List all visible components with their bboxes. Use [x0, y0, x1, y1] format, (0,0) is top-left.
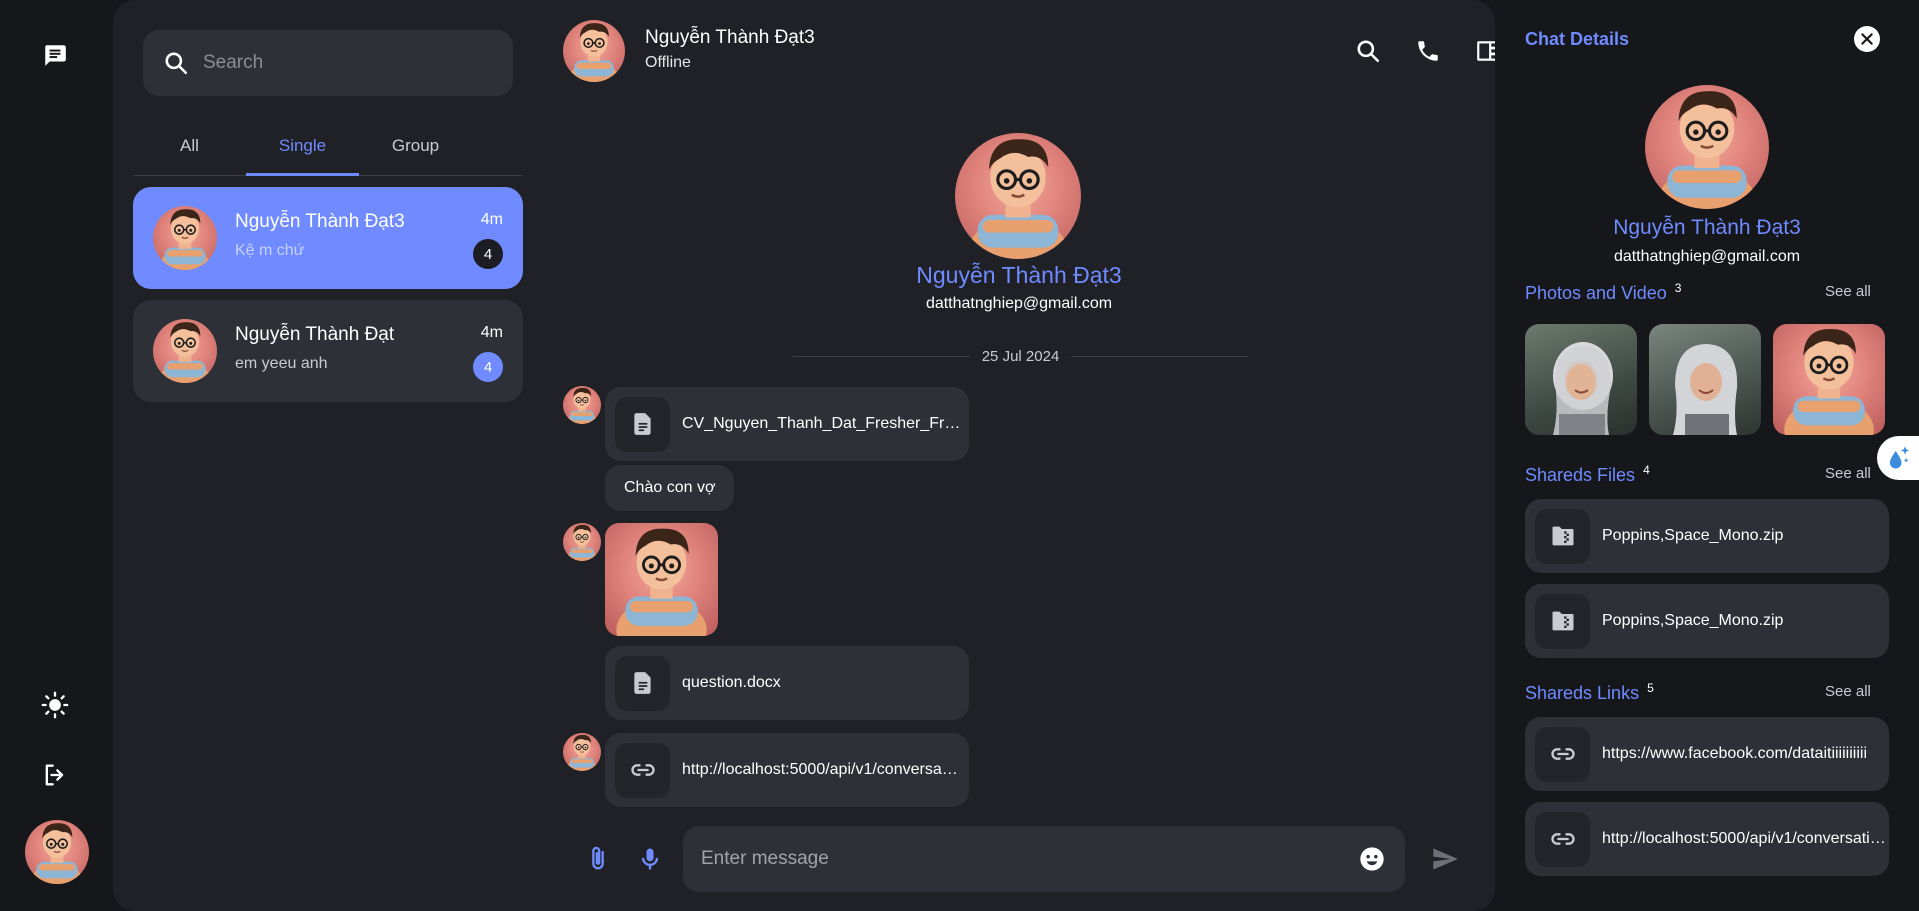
tab-single[interactable]: Single	[246, 130, 359, 176]
see-all-links-link[interactable]: See all	[1825, 683, 1871, 700]
document-icon	[615, 396, 670, 452]
zip-folder-icon	[1535, 593, 1590, 649]
unread-badge: 4	[473, 239, 503, 269]
shared-link-url: http://localhost:5000/api/v1/conversatio…	[1602, 830, 1887, 847]
message-avatar	[563, 733, 601, 771]
files-count: 4	[1643, 463, 1650, 477]
details-email: datthatnghiep@gmail.com	[1613, 248, 1801, 265]
link-icon	[1535, 811, 1590, 867]
chat-time: 4m	[480, 324, 503, 341]
close-icon[interactable]	[1854, 26, 1880, 52]
chat-preview: em yeeu anh	[235, 355, 328, 372]
search-box[interactable]	[143, 30, 513, 96]
shared-file-name: Poppins,Space_Mono.zip	[1602, 527, 1784, 544]
links-count: 5	[1647, 681, 1654, 695]
chat-time: 4m	[480, 211, 503, 228]
chat-details-panel: Chat Details Nguyễn Thành Đạt3 datthatng…	[1495, 0, 1919, 911]
search-messages-icon[interactable]	[1353, 36, 1383, 66]
shared-link-url: https://www.facebook.com/dataitiiiiiiiii…	[1602, 745, 1867, 762]
logout-icon[interactable]	[40, 760, 70, 790]
microphone-icon[interactable]	[635, 844, 665, 874]
unread-badge: 4	[473, 352, 503, 382]
file-name: CV_Nguyen_Thanh_Dat_Fresher_Frontend.pdf	[682, 415, 962, 432]
search-icon	[165, 52, 188, 75]
attach-paperclip-icon[interactable]	[583, 844, 613, 874]
date-separator: 25 Jul 2024	[793, 346, 1249, 366]
intro-avatar	[955, 133, 1081, 259]
date-label: 25 Jul 2024	[981, 347, 1060, 365]
chat-icon[interactable]	[40, 40, 70, 70]
chat-list-panel: All Single Group Nguyễn Thành Đạt3 Kệ m …	[113, 0, 543, 911]
conversation-header: Nguyễn Thành Đạt3 Offline	[543, 0, 1495, 100]
phone-call-icon[interactable]	[1413, 36, 1443, 66]
message-input-box[interactable]	[683, 826, 1405, 892]
link-url: http://localhost:5000/api/v1/conversatio…	[682, 761, 962, 778]
user-avatar[interactable]	[25, 820, 89, 884]
contact-status: Offline	[645, 54, 691, 71]
shared-photo[interactable]	[1649, 324, 1761, 435]
shared-photo[interactable]	[1525, 324, 1637, 435]
shared-file-item[interactable]: Poppins,Space_Mono.zip	[1525, 499, 1889, 573]
file-message[interactable]: CV_Nguyen_Thanh_Dat_Fresher_Frontend.pdf	[605, 387, 969, 461]
details-title: Chat Details	[1525, 29, 1630, 49]
conversation-panel: Nguyễn Thành Đạt3 Offline Nguyễn Thành Đ…	[543, 0, 1495, 911]
see-all-photos-link[interactable]: See all	[1825, 283, 1871, 300]
chat-list-item[interactable]: Nguyễn Thành Đạt3 Kệ m chứ 4m 4	[133, 187, 523, 289]
chat-avatar	[153, 206, 217, 270]
links-section-title: Shareds Links 5	[1525, 681, 1654, 703]
contact-name: Nguyễn Thành Đạt3	[645, 27, 815, 48]
send-icon[interactable]	[1430, 844, 1460, 874]
file-message[interactable]: question.docx	[605, 646, 969, 720]
message-avatar	[563, 523, 601, 561]
shared-photo[interactable]	[1773, 324, 1885, 435]
emoji-icon[interactable]	[1358, 845, 1386, 873]
message-avatar	[563, 386, 601, 424]
intro-name: Nguyễn Thành Đạt3	[916, 262, 1122, 288]
link-icon	[1535, 726, 1590, 782]
chat-list-item[interactable]: Nguyễn Thành Đạt em yeeu anh 4m 4	[133, 300, 523, 402]
file-name: question.docx	[682, 674, 781, 691]
tab-group[interactable]: Group	[359, 130, 472, 175]
message-composer	[543, 826, 1495, 892]
chat-preview: Kệ m chứ	[235, 242, 305, 259]
see-all-files-link[interactable]: See all	[1825, 465, 1871, 482]
chat-filter-tabs: All Single Group	[133, 130, 523, 176]
image-message[interactable]	[605, 523, 718, 636]
message-input[interactable]	[701, 848, 1341, 870]
left-rail	[0, 0, 112, 911]
text-message[interactable]: Chào con vợ	[605, 465, 735, 511]
main-card: All Single Group Nguyễn Thành Đạt3 Kệ m …	[113, 0, 1495, 911]
details-name: Nguyễn Thành Đạt3	[1613, 216, 1801, 239]
link-message[interactable]: http://localhost:5000/api/v1/conversatio…	[605, 733, 969, 807]
intro-email: datthatnghiep@gmail.com	[925, 295, 1113, 312]
photos-count: 3	[1674, 281, 1682, 295]
water-drop-sparkle-icon[interactable]	[1877, 436, 1919, 480]
photos-section-title: Photos and Video 3	[1525, 281, 1682, 303]
chat-name: Nguyễn Thành Đạt3	[235, 211, 405, 232]
shared-link-item[interactable]: https://www.facebook.com/dataitiiiiiiiii…	[1525, 717, 1889, 791]
search-input[interactable]	[203, 52, 483, 74]
theme-toggle-sun-icon[interactable]	[40, 690, 70, 720]
tab-all[interactable]: All	[133, 130, 246, 175]
contact-avatar[interactable]	[563, 20, 625, 82]
files-section-title: Shareds Files 4	[1525, 463, 1650, 485]
shared-file-item[interactable]: Poppins,Space_Mono.zip	[1525, 584, 1889, 658]
shared-file-name: Poppins,Space_Mono.zip	[1602, 612, 1784, 629]
shared-link-item[interactable]: http://localhost:5000/api/v1/conversatio…	[1525, 802, 1889, 876]
zip-folder-icon	[1535, 508, 1590, 564]
document-icon	[615, 655, 670, 711]
details-avatar	[1645, 85, 1769, 209]
chat-avatar	[153, 319, 217, 383]
chat-name: Nguyễn Thành Đạt	[235, 324, 395, 345]
toggle-details-panel-icon[interactable]	[1473, 36, 1495, 66]
link-icon	[615, 742, 670, 798]
